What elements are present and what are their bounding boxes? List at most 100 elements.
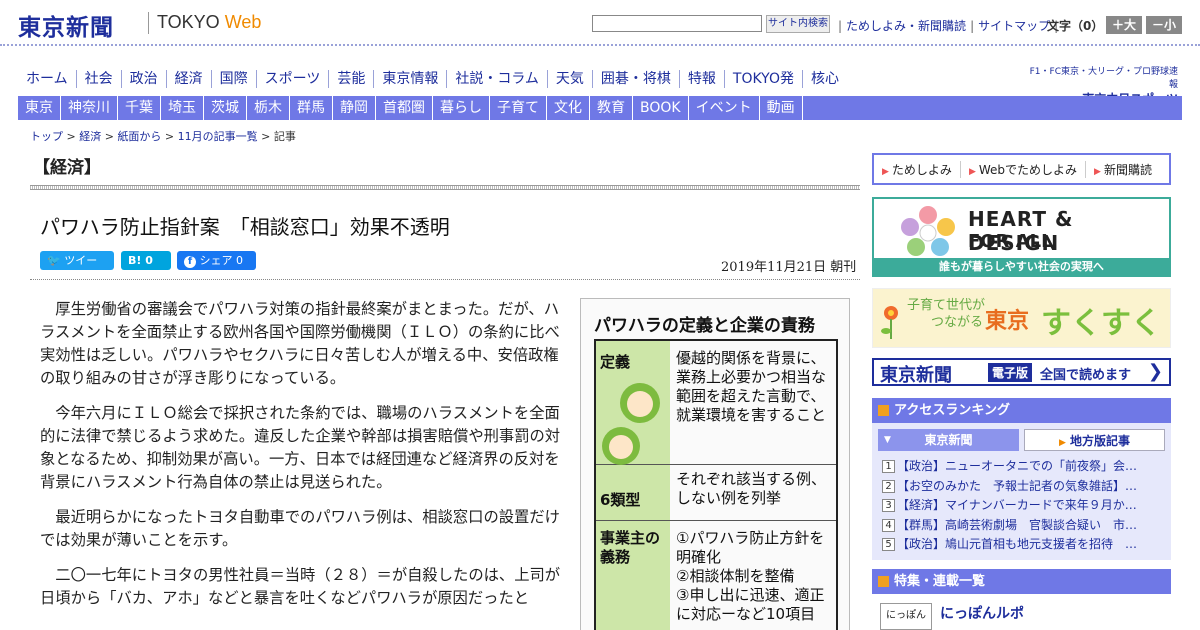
logo-web: Web (224, 12, 262, 32)
site-logo[interactable]: 東京新聞 (18, 8, 114, 42)
divider: | (838, 19, 843, 33)
ranking-item[interactable]: 1 【政治】ニューオータニでの「前夜祭」会… (882, 457, 1167, 477)
nav-item[interactable]: 芸能 (329, 70, 375, 88)
nav-item[interactable]: 特報 (680, 70, 725, 88)
digital-edition-logo: 東京新聞 (880, 365, 952, 386)
face-skin-icon (609, 435, 633, 459)
arrow-right-icon: ▶ (882, 166, 889, 177)
regional-nav-item[interactable]: BOOK (633, 96, 689, 120)
tab-label: ためしよみ (891, 162, 952, 177)
ranking-panel: ▼ 東京新聞 ▶ 地方版記事 1 【政治】ニューオータニでの「前夜祭」会… 2 【お空の… (872, 423, 1171, 560)
nav-item[interactable]: TOKYO発 (725, 70, 803, 88)
article-body: 厚生労働省の審議会でパワハラ対策の指針最終案がまとまった。だが、ハラスメントを全… (40, 298, 568, 622)
sukusuku-title-tokyo: 東京 (985, 309, 1030, 334)
arrow-right-icon: ▶ (968, 166, 976, 177)
ranking-item[interactable]: 3 【経済】マイナンバーカードで来年９月か… (882, 496, 1167, 516)
ranking-tab-local[interactable]: ▶ 地方版記事 (1024, 429, 1165, 451)
nav-item[interactable]: 核心 (803, 70, 847, 88)
search-input[interactable] (592, 15, 762, 32)
breadcrumb: トップ > 経済 > 紙面から > 11月の記事一覧 > 記事 (30, 130, 296, 143)
ranking-item[interactable]: 5 【政治】鳩山元首相も地元支援者を招待 … (882, 535, 1167, 555)
nav-item[interactable]: 経済 (167, 70, 212, 88)
regional-nav: 東京 神奈川 千葉 埼玉 茨城 栃木 群馬 静岡 首都圏 暮らし 子育て 文化 … (18, 96, 1182, 120)
regional-nav-item[interactable]: 子育て (490, 96, 547, 120)
regional-nav-item[interactable]: 栃木 (247, 96, 290, 120)
tab-label: 新聞購読 (1103, 162, 1152, 177)
regional-nav-item[interactable]: 埼玉 (161, 96, 204, 120)
ranking-tab-label: 地方版記事 (1069, 434, 1130, 448)
flower-icon (881, 306, 898, 339)
hatena-bookmark-button[interactable]: B! 0 (121, 251, 171, 270)
tweet-button[interactable]: 🐦 ツイート (40, 251, 114, 286)
regional-nav-item[interactable]: 暮らし (433, 96, 490, 120)
ranking-item-text: 【お空のみかた 予報士記者の気象雑話】… (897, 478, 1138, 493)
breadcrumb-top[interactable]: トップ (30, 130, 63, 143)
twitter-icon: 🐦 (47, 254, 61, 267)
nav-item[interactable]: 社会 (77, 70, 122, 88)
ranking-tab-tokyo[interactable]: ▼ 東京新聞 (878, 429, 1019, 451)
sukusuku-tagline-line: 子育て世代が (907, 298, 986, 313)
tab-web-trial[interactable]: ▶ Webでためしよみ (961, 160, 1087, 178)
ranking-list: 1 【政治】ニューオータニでの「前夜祭」会… 2 【お空のみかた 予報士記者の気象雑… (882, 457, 1167, 555)
font-bigger-button[interactable]: ＋大 (1106, 16, 1142, 34)
ranking-item[interactable]: 4 【群馬】高崎芸術劇場 官製談合疑い 市… (882, 516, 1167, 536)
font-smaller-button[interactable]: －小 (1146, 16, 1182, 34)
breadcrumb-current: 記事 (273, 130, 296, 143)
breadcrumb-economy[interactable]: 経済 (79, 130, 101, 143)
square-bullet-icon (878, 576, 889, 587)
sukusuku-tagline-line: つながる (931, 315, 984, 330)
heart-design-banner[interactable]: HEART & DESIGN FOR ALL 誰もが暮らしやすい社会の実現へ (872, 197, 1171, 277)
regional-nav-item[interactable]: 教育 (590, 96, 633, 120)
regional-nav-item[interactable]: 動画 (760, 96, 803, 120)
figure-list-item: ②相談体制を整備 (676, 567, 795, 585)
regional-nav-item[interactable]: 茨城 (204, 96, 247, 120)
article-figure[interactable]: パワハラの定義と企業の責務 定義 優越的関係を背景に、業務上必要かつ相当な範囲を… (580, 298, 850, 630)
trial-subscribe-link[interactable]: ためしよみ・新聞購読 (846, 19, 966, 33)
nippon-rupo-link[interactable]: にっぽんルポ (940, 603, 1024, 623)
rank-number: 2 (882, 479, 895, 493)
nav-item[interactable]: 国際 (212, 70, 257, 88)
facebook-share-label: シェア 0 (199, 254, 244, 267)
nav-item[interactable]: 囲碁・将棋 (593, 70, 680, 88)
nav-item[interactable]: ホーム (18, 70, 77, 88)
sitemap-link[interactable]: サイトマップ (978, 19, 1050, 33)
nav-item[interactable]: 政治 (122, 70, 167, 88)
regional-nav-item[interactable]: イベント (689, 96, 760, 120)
nippon-rupo-thumbnail[interactable]: にっぽん (880, 603, 932, 630)
regional-nav-item[interactable]: 首都圏 (376, 96, 433, 120)
nav-item[interactable]: 東京情報 (374, 70, 448, 88)
logo-tokyo: TOKYO (157, 12, 220, 32)
figure-text: それぞれ該当する例、しない例を列挙 (676, 470, 827, 507)
regional-nav-item[interactable]: 群馬 (290, 96, 333, 120)
banner-caption: 誰もが暮らしやすい社会の実現へ (874, 258, 1169, 275)
tab-trial[interactable]: ▶ ためしよみ (874, 160, 961, 178)
article-headline: パワハラ防止指針案 「相談窓口」効果不透明 (40, 215, 450, 239)
facebook-icon: f (184, 256, 196, 268)
site-logo-en[interactable]: TOKYO Web (157, 12, 261, 33)
breadcrumb-paper[interactable]: 紙面から (117, 130, 161, 143)
breadcrumb-list[interactable]: 11月の記事一覧 (178, 130, 258, 143)
search-button[interactable]: サイト内検索 (766, 15, 830, 33)
section-rule (30, 185, 860, 190)
figure-label: 6類型 (600, 491, 641, 509)
regional-nav-item[interactable]: 千葉 (118, 96, 161, 120)
figure-list-item: ①パワハラ防止方針を明確化 (676, 529, 825, 566)
regional-nav-item[interactable]: 文化 (547, 96, 590, 120)
article-paragraph: 最近明らかになったトヨタ自動車でのパワハラ例は、相談窓口の設置だけでは効果が薄い… (40, 508, 560, 549)
sukusuku-banner[interactable]: 子育て世代が つながる 東京 すくすく (872, 288, 1171, 348)
regional-nav-item[interactable]: 東京 (18, 96, 61, 120)
facebook-share-button[interactable]: f シェア 0 (177, 251, 256, 270)
regional-nav-item[interactable]: 静岡 (333, 96, 376, 120)
nav-item[interactable]: スポーツ (257, 70, 330, 88)
nav-item[interactable]: 天気 (548, 70, 593, 88)
chunichi-sports-link[interactable]: F1・FC東京・大リーグ・プロ野球速報 東京中日スポーツ (1028, 64, 1178, 106)
regional-nav-item[interactable]: 神奈川 (61, 96, 118, 120)
article-rule (30, 279, 860, 280)
digital-edition-banner[interactable]: 東京新聞 電子版 全国で読めます ❯ (872, 358, 1171, 386)
article-paragraph: 二〇一七年にトヨタの男性社員＝当時（２８）＝が自殺したのは、上司が日頃から「バカ… (40, 566, 561, 607)
ranking-item[interactable]: 2 【お空のみかた 予報士記者の気象雑話】… (882, 477, 1167, 497)
nav-item[interactable]: 社説・コラム (447, 70, 548, 88)
figure-table: 定義 優越的関係を背景に、業務上必要かつ相当な範囲を超えた言動で、就業環境を害す… (594, 339, 838, 630)
tab-subscribe[interactable]: ▶ 新聞購読 (1086, 161, 1160, 178)
ranking-item-text: 【政治】鳩山元首相も地元支援者を招待 … (897, 537, 1138, 551)
